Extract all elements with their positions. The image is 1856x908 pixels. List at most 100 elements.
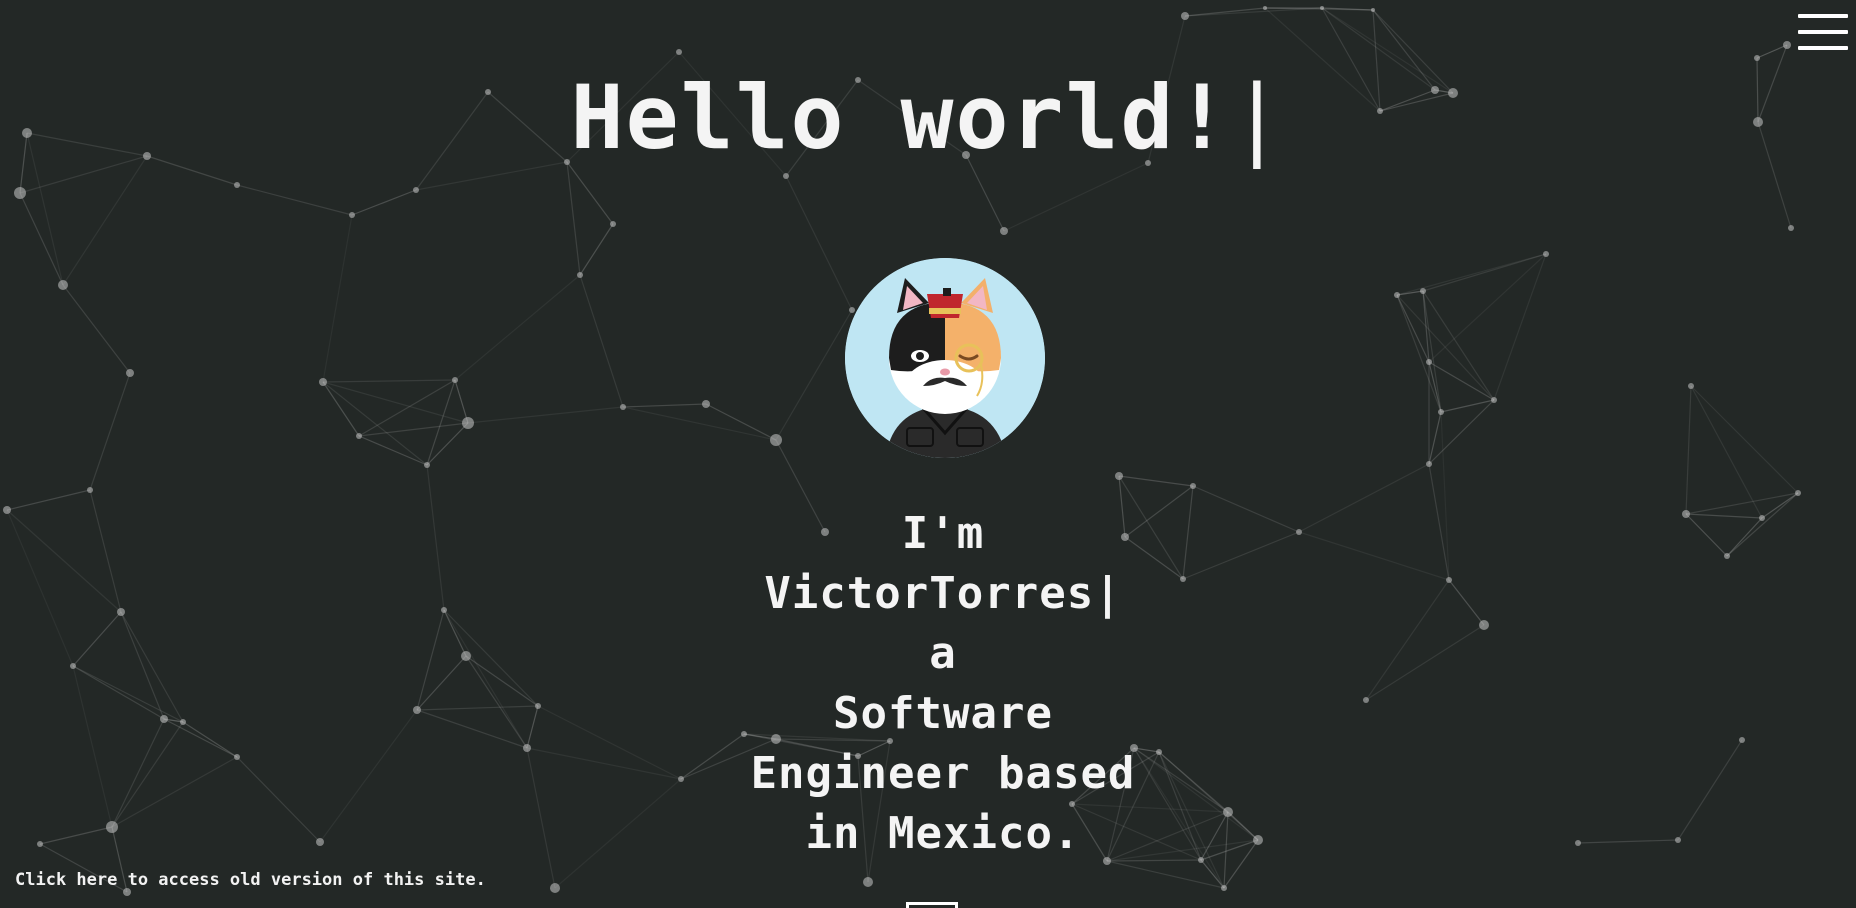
network-node [1438,409,1444,415]
network-link [39,826,113,845]
network-link [1493,253,1547,401]
network-link [465,655,528,749]
network-link [1192,485,1300,533]
hero-title-text: Hello world! [570,66,1231,169]
network-node [14,187,26,199]
network-node [160,715,168,723]
network-link [72,665,113,828]
network-node [349,212,355,218]
network-link [1690,385,1763,519]
network-link [120,611,165,720]
network-node [1426,359,1432,365]
network-link [554,778,682,889]
network-link [579,223,614,276]
network-node [452,377,458,383]
network-node [37,841,43,847]
hamburger-menu-button[interactable] [1798,12,1850,52]
network-link [1726,517,1763,557]
network-link [72,611,122,667]
intro-line-4: Software [833,688,1053,739]
network-link [322,381,428,466]
network-node [1420,288,1426,294]
network-node [577,272,583,278]
scroll-down-icon[interactable] [906,902,958,908]
menu-bar-bottom [1798,46,1848,50]
network-node [1783,41,1791,49]
network-link [1428,411,1442,465]
network-node [550,883,560,893]
network-link [1677,739,1743,841]
network-link [1106,860,1225,889]
network-node [319,378,327,386]
network-link [1726,492,1799,557]
intro-line-5: Engineer based [750,748,1136,799]
network-link [1448,579,1485,626]
network-link [1365,624,1485,701]
intro-line-2: VictorTorres| [764,568,1122,619]
intro-text: I'm VictorTorres| a Software Engineer ba… [678,504,1208,864]
network-link [1685,385,1692,515]
network-node [1320,6,1324,10]
network-link [426,422,469,466]
network-link [537,705,682,780]
network-link [6,509,74,667]
network-link [526,747,682,780]
network-link [416,705,539,711]
network-link [89,489,122,613]
network-link [1118,475,1194,487]
network-node [1739,737,1745,743]
network-link [1227,811,1259,841]
network-link [6,509,122,613]
network-node [1181,12,1189,20]
network-node [126,369,134,377]
intro-line-1: I'm [901,508,985,559]
network-link [358,422,469,437]
network-link [111,756,238,828]
network-link [426,464,445,611]
network-link [526,747,556,889]
network-link [1003,162,1149,232]
network-link [1577,839,1679,844]
network-link [443,609,539,707]
network-link [566,161,614,225]
hero-title: Hello world!| [0,68,1856,168]
network-node [180,719,186,725]
network-link [467,406,624,424]
menu-bar-top [1798,14,1848,18]
network-node [702,400,710,408]
network-node [1394,292,1400,298]
network-node [234,182,240,188]
network-node [535,703,541,709]
old-version-link[interactable]: Click here to access old version of this… [15,870,486,890]
network-link [1223,839,1259,889]
network-node [770,434,782,446]
network-node [413,187,419,193]
intro-line-6: in Mexico. [805,808,1081,859]
network-link [1422,253,1547,292]
network-node [610,221,616,227]
network-link [705,403,777,441]
network-link [454,379,469,424]
network-node [523,744,531,752]
network-node [1371,8,1375,12]
network-node [1253,835,1263,845]
network-node [863,877,873,887]
network-node [117,608,125,616]
network-node [1363,697,1369,703]
network-link [785,175,853,311]
network-link [322,214,353,383]
network-link [322,379,456,383]
network-node [620,404,626,410]
network-link [322,381,469,424]
network-link [72,665,165,720]
network-node [316,838,324,846]
network-node [1263,6,1267,10]
network-link [454,274,581,381]
network-node [3,506,11,514]
network-link [566,161,581,276]
network-node [58,280,68,290]
network-node [1795,490,1801,496]
network-link [6,489,91,511]
network-link [1422,290,1442,413]
network-link [120,611,184,723]
